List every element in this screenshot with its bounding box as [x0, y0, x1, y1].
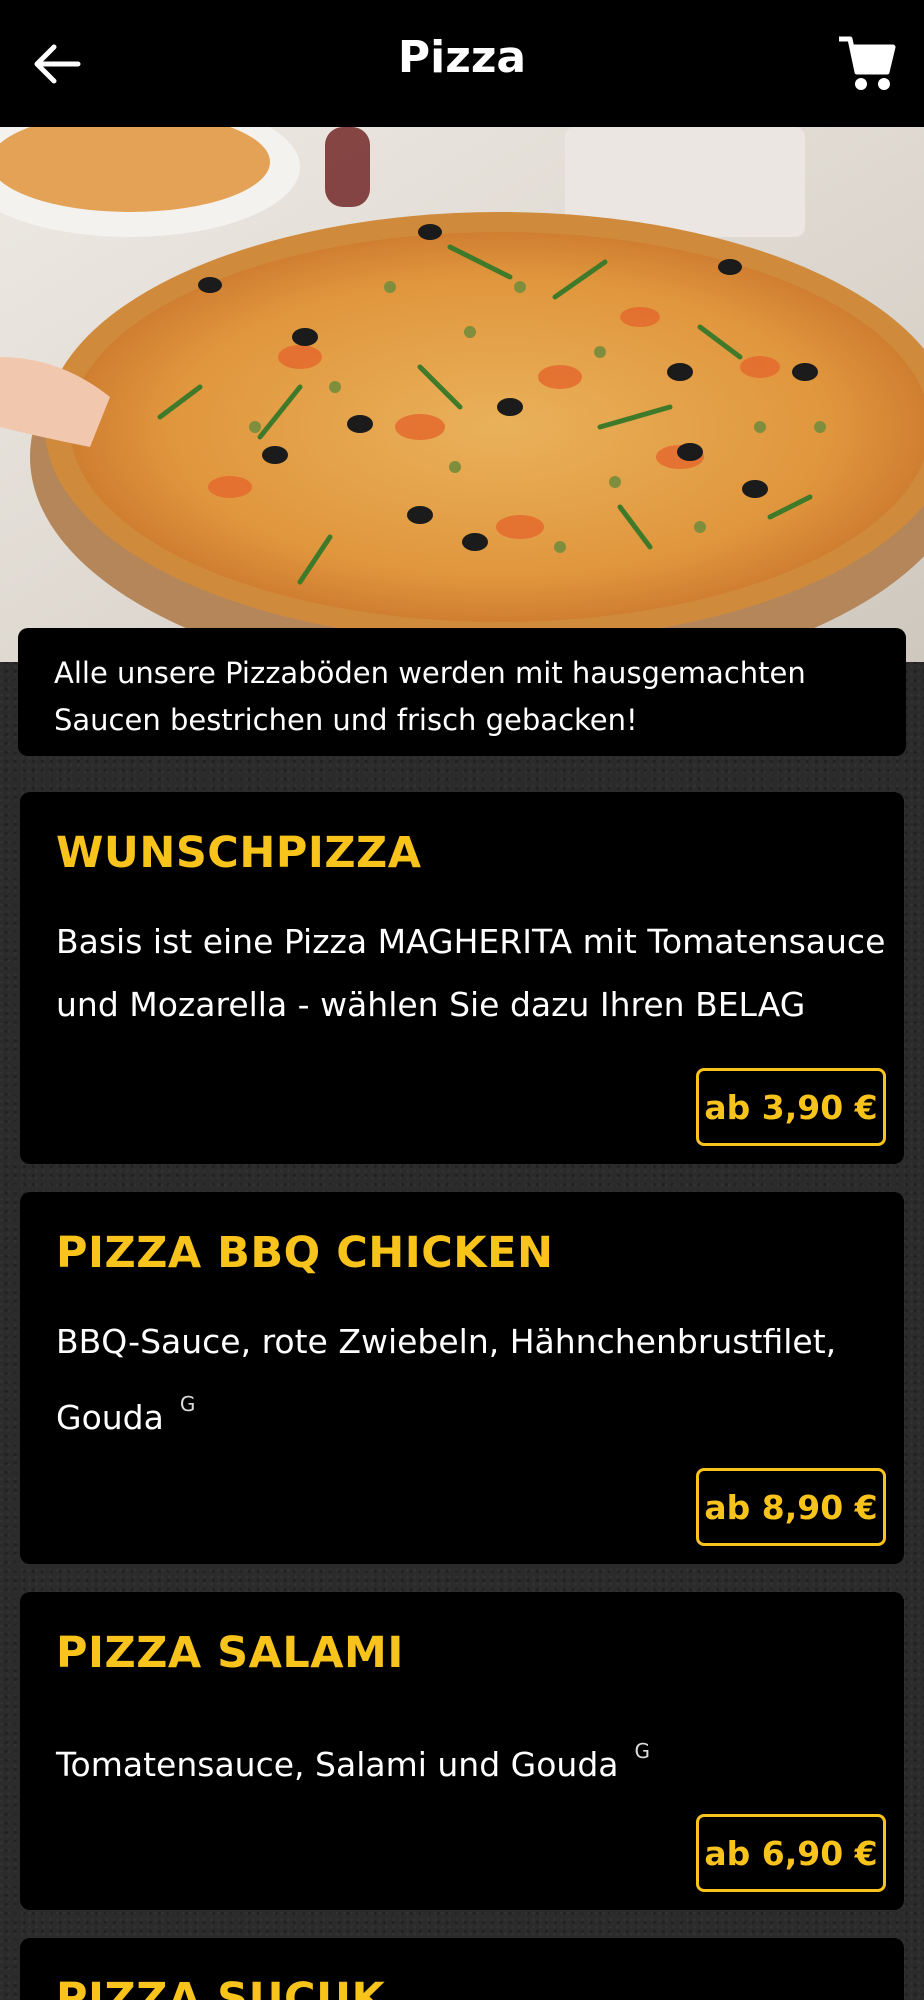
product-title: PIZZA SALAMI: [56, 1628, 404, 1678]
app-header: Pizza: [0, 0, 924, 127]
product-card-wunschpizza[interactable]: WUNSCHPIZZA Basis ist eine Pizza MAGHERI…: [20, 792, 904, 1164]
price-button[interactable]: ab 8,90 €: [696, 1468, 886, 1546]
allergen-marker: G: [634, 1739, 651, 1763]
allergen-marker: G: [179, 1392, 196, 1416]
price-button[interactable]: ab 6,90 €: [696, 1814, 886, 1892]
product-description: Basis ist eine Pizza MAGHERITA mit Tomat…: [56, 922, 886, 1024]
pizza-photo: [0, 127, 924, 662]
product-description: Tomatensauce, Salami und Gouda G: [56, 1739, 651, 1784]
product-card-sucuk[interactable]: PIZZA SUCUK: [20, 1938, 904, 2000]
cart-button[interactable]: [836, 32, 898, 94]
product-title: PIZZA SUCUK: [56, 1974, 386, 2000]
product-card-bbq-chicken[interactable]: PIZZA BBQ CHICKEN BBQ-Sauce, rote Zwiebe…: [20, 1192, 904, 1564]
product-description: BBQ-Sauce, rote Zwiebeln, Hähnchenbrustf…: [56, 1322, 837, 1437]
shopping-cart-icon: [839, 36, 896, 90]
intro-text: Alle unsere Pizzaböden werden mit hausge…: [54, 656, 806, 737]
page-title: Pizza: [397, 32, 527, 83]
hero-image: [0, 127, 924, 662]
product-title: WUNSCHPIZZA: [56, 828, 422, 878]
intro-banner: Alle unsere Pizzaböden werden mit hausge…: [18, 628, 906, 756]
product-card-salami[interactable]: PIZZA SALAMI Tomatensauce, Salami und Go…: [20, 1592, 904, 1910]
product-title: PIZZA BBQ CHICKEN: [56, 1228, 554, 1278]
price-button[interactable]: ab 3,90 €: [696, 1068, 886, 1146]
